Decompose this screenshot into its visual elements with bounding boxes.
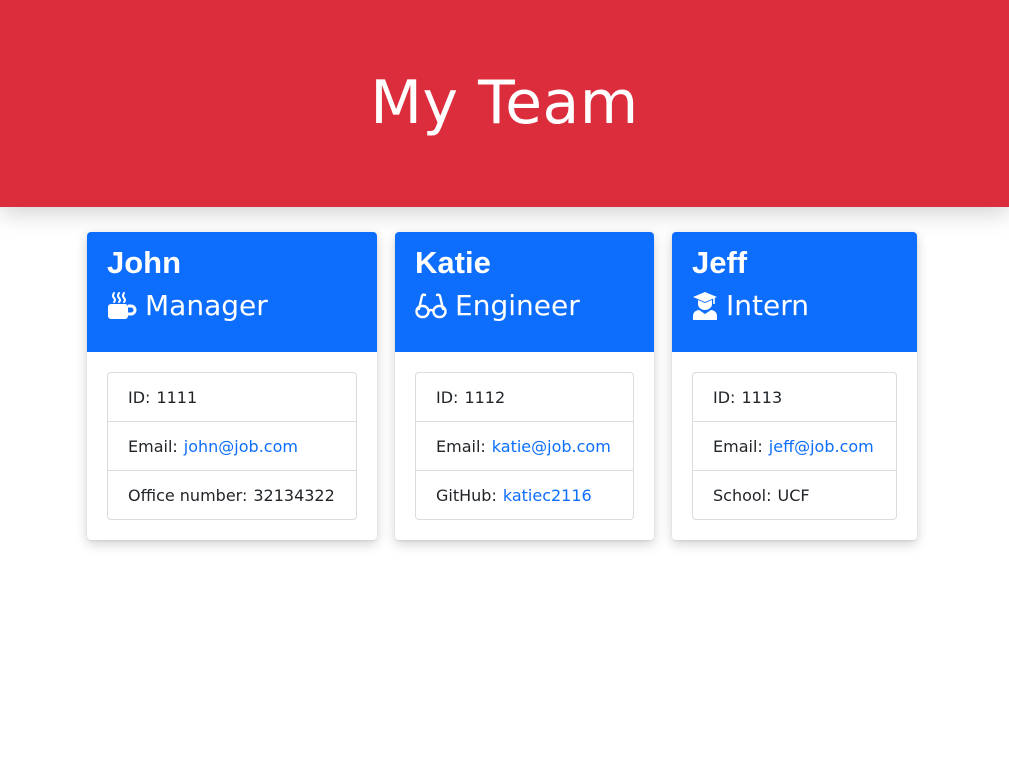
employee-role-label: Engineer <box>455 289 580 322</box>
employee-card-manager: John Manager ID: 1111 Email: john@job.co… <box>87 232 377 540</box>
github-link[interactable]: katiec2116 <box>503 486 592 505</box>
school-label: School: <box>713 485 772 505</box>
id-label: ID: <box>436 387 459 407</box>
email-row: Email: katie@job.com <box>416 421 633 470</box>
id-row: ID: 1113 <box>693 373 896 421</box>
page-title: My Team <box>370 67 639 138</box>
github-label: GitHub: <box>436 485 497 505</box>
card-header: Jeff Intern <box>672 232 917 352</box>
employee-role: Engineer <box>415 289 654 323</box>
glasses-icon <box>415 291 447 321</box>
school-value: UCF <box>777 485 810 505</box>
email-link[interactable]: katie@job.com <box>492 437 611 456</box>
id-label: ID: <box>713 387 736 407</box>
info-list: ID: 1113 Email: jeff@job.com School: UCF <box>692 372 897 520</box>
page-header: My Team <box>0 0 1009 207</box>
employee-role-label: Intern <box>726 289 809 322</box>
card-header: John Manager <box>87 232 377 352</box>
card-header: Katie Engineer <box>395 232 654 352</box>
employee-role: Manager <box>107 289 377 323</box>
id-label: ID: <box>128 387 151 407</box>
graduate-icon <box>692 291 718 321</box>
email-row: Email: john@job.com <box>108 421 356 470</box>
id-row: ID: 1111 <box>108 373 356 421</box>
email-row: Email: jeff@job.com <box>693 421 896 470</box>
office-number-value: 32134322 <box>253 485 335 505</box>
coffee-mug-icon <box>107 291 137 321</box>
card-body: ID: 1112 Email: katie@job.com GitHub: ka… <box>395 352 654 540</box>
id-value: 1111 <box>156 387 198 407</box>
employee-card-intern: Jeff Intern ID: 1113 Email: jeff@job.com <box>672 232 917 540</box>
card-body: ID: 1111 Email: john@job.com Office numb… <box>87 352 377 540</box>
employee-role-label: Manager <box>145 289 268 322</box>
email-label: Email: <box>436 436 486 456</box>
email-link[interactable]: john@job.com <box>184 437 298 456</box>
employee-name: Katie <box>415 245 491 280</box>
employee-card-engineer: Katie Engineer ID: 1112 Email: katie@job… <box>395 232 654 540</box>
employee-name: John <box>107 245 182 280</box>
info-list: ID: 1112 Email: katie@job.com GitHub: ka… <box>415 372 634 520</box>
id-row: ID: 1112 <box>416 373 633 421</box>
card-body: ID: 1113 Email: jeff@job.com School: UCF <box>672 352 917 540</box>
id-value: 1112 <box>464 387 506 407</box>
employee-role: Intern <box>692 289 917 323</box>
id-value: 1113 <box>741 387 783 407</box>
office-number-row: Office number: 32134322 <box>108 470 356 519</box>
employee-name: Jeff <box>692 245 748 280</box>
info-list: ID: 1111 Email: john@job.com Office numb… <box>107 372 357 520</box>
school-row: School: UCF <box>693 470 896 519</box>
office-number-label: Office number: <box>128 485 248 505</box>
email-label: Email: <box>128 436 178 456</box>
github-row: GitHub: katiec2116 <box>416 470 633 519</box>
email-link[interactable]: jeff@job.com <box>769 437 874 456</box>
email-label: Email: <box>713 436 763 456</box>
